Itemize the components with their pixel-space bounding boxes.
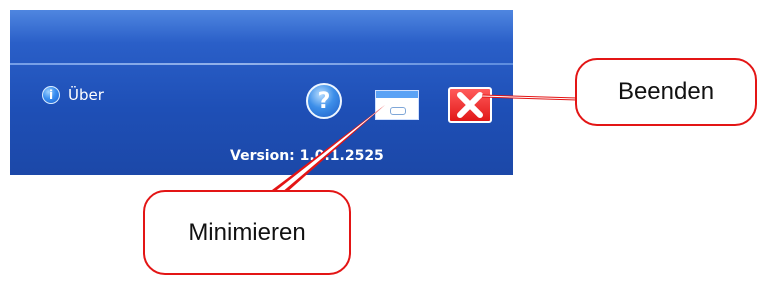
header-separator	[10, 63, 513, 65]
callout-close: Beenden	[575, 58, 757, 126]
close-button[interactable]	[448, 87, 492, 123]
close-icon	[457, 92, 483, 118]
about-label: Über	[68, 86, 104, 104]
callout-minimize-label: Minimieren	[188, 218, 306, 246]
callout-close-label: Beenden	[617, 78, 715, 105]
minimize-icon	[390, 107, 406, 115]
help-button[interactable]: ?	[306, 83, 342, 119]
question-icon: ?	[317, 88, 331, 114]
info-icon: i	[42, 86, 60, 104]
about-link[interactable]: i Über	[42, 86, 104, 104]
callout-minimize: Minimieren	[143, 190, 351, 275]
window-titlebar-icon	[376, 91, 418, 98]
minimize-button[interactable]	[375, 90, 419, 120]
app-header-panel: i Über ? Version: 1.0.1.2525	[10, 10, 513, 175]
version-text: Version: 1.0.1.2525	[230, 148, 384, 164]
